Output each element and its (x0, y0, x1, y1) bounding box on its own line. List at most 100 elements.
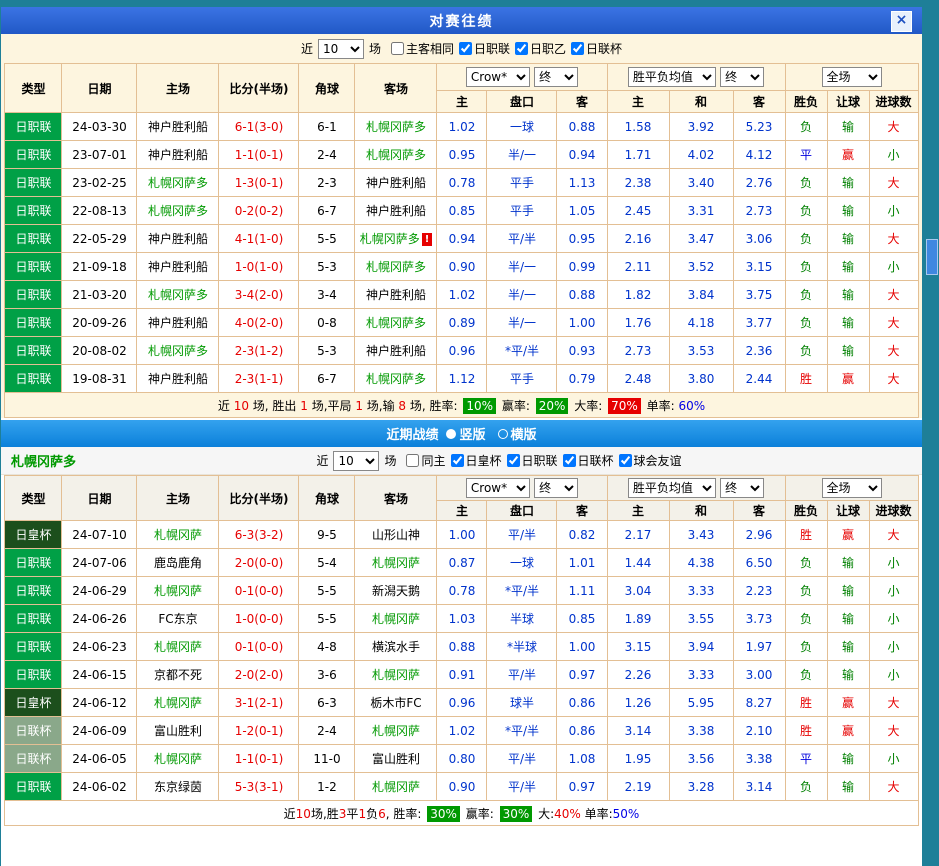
match-score: 1-0(0-0) (219, 605, 299, 633)
checkbox-input[interactable] (406, 454, 419, 467)
asia-time-select[interactable]: 终 (534, 67, 578, 87)
asia-time-select[interactable]: 终 (534, 478, 578, 498)
match-row: 日职联24-06-23札幌冈萨0-1(0-0)4-8横滨水手0.88*半球1.0… (5, 633, 918, 661)
filter-checkbox-日职联[interactable]: 日职联 (459, 40, 510, 57)
match-score: 2-0(2-0) (219, 661, 299, 689)
handicap-result-flag: 输 (827, 773, 869, 801)
checkbox-input[interactable] (451, 454, 464, 467)
match-row: 日职联20-08-02札幌冈萨多2-3(1-2)5-3神户胜利船0.96*平/半… (5, 337, 918, 365)
col-result: 胜负 (785, 91, 827, 113)
filter-checkbox-日职乙[interactable]: 日职乙 (515, 40, 566, 57)
handicap-result-flag: 赢 (827, 689, 869, 717)
recent-games-select[interactable]: 10 (333, 451, 379, 471)
checkbox-input[interactable] (515, 42, 528, 55)
checkbox-input[interactable] (563, 454, 576, 467)
summary-segment: 60% (678, 399, 705, 413)
full-match-select[interactable]: 全场 (822, 67, 882, 87)
summary-segment: 赢率: (498, 399, 534, 413)
bookmaker-select[interactable]: Crow* (466, 67, 530, 87)
filter-checkbox-主客相同[interactable]: 主客相同 (391, 40, 454, 57)
checkbox-input[interactable] (391, 42, 404, 55)
result-flag: 负 (785, 197, 827, 225)
recent-section: 近期战绩 竖版横版 札幌冈萨多 近 10 场 同主日皇杯日职联日联杯球会友谊 类… (1, 420, 922, 866)
checkbox-input[interactable] (571, 42, 584, 55)
league-badge: 日联杯 (5, 745, 62, 773)
scrollbar-thumb[interactable] (926, 239, 938, 275)
asia-handicap: 半/一 (487, 309, 557, 337)
asia-handicap: 平手 (487, 169, 557, 197)
h2h-summary-cell: 近 10 场, 胜出 1 场,平局 1 场,输 8 场, 胜率: 10% 赢率:… (5, 393, 918, 418)
match-date: 24-06-15 (62, 661, 137, 689)
match-score: 2-0(0-0) (219, 549, 299, 577)
view-radio-横版[interactable]: 横版 (498, 424, 537, 443)
league-badge: 日职联 (5, 633, 62, 661)
checkbox-input[interactable] (459, 42, 472, 55)
summary-segment: 场,平局 (308, 399, 355, 413)
summary-segment: 10 (296, 807, 311, 821)
goals-flag: 小 (869, 633, 918, 661)
goals-flag: 大 (869, 113, 918, 141)
radio-label: 竖版 (459, 424, 485, 443)
asia-away-odds: 0.88 (557, 113, 607, 141)
h2h-games-select[interactable]: 10 (318, 39, 364, 59)
asia-home-odds: 0.78 (437, 577, 487, 605)
filter-checkbox-日职联[interactable]: 日职联 (507, 452, 558, 469)
checkbox-input[interactable] (619, 454, 632, 467)
match-row: 日联杯24-06-05札幌冈萨1-1(0-1)11-0富山胜利0.80平/半1.… (5, 745, 918, 773)
scope-controls: 全场 (785, 476, 918, 501)
euro-avg-select[interactable]: 胜平负均值 (628, 67, 716, 87)
euro-odds-controls: 胜平负均值 终 (607, 64, 785, 91)
goals-flag: 大 (869, 717, 918, 745)
handicap-result-flag: 赢 (827, 521, 869, 549)
euro-draw-odds: 4.02 (669, 141, 733, 169)
match-date: 24-06-05 (62, 745, 137, 773)
corner-count: 11-0 (299, 745, 355, 773)
checkbox-input[interactable] (507, 454, 520, 467)
league-badge: 日职联 (5, 577, 62, 605)
match-date: 24-06-23 (62, 633, 137, 661)
handicap-result-flag: 输 (827, 309, 869, 337)
euro-draw-odds: 3.33 (669, 577, 733, 605)
euro-time-select[interactable]: 终 (720, 478, 764, 498)
checkbox-label: 主客相同 (406, 40, 454, 57)
match-score: 6-3(3-2) (219, 521, 299, 549)
away-team: 札幌冈萨多 (355, 365, 437, 393)
bookmaker-select[interactable]: Crow* (466, 478, 530, 498)
result-flag: 胜 (785, 689, 827, 717)
league-badge: 日职联 (5, 337, 62, 365)
col-goals: 进球数 (869, 501, 918, 521)
close-button[interactable]: × (891, 11, 912, 32)
asia-home-odds: 0.96 (437, 689, 487, 717)
away-team: 札幌冈萨多! (355, 225, 437, 253)
goals-flag: 小 (869, 605, 918, 633)
euro-draw-odds: 3.31 (669, 197, 733, 225)
summary-segment: 1 (358, 807, 366, 821)
euro-time-select[interactable]: 终 (720, 67, 764, 87)
league-badge: 日职联 (5, 253, 62, 281)
filter-checkbox-日联杯[interactable]: 日联杯 (563, 452, 614, 469)
handicap-result-flag: 输 (827, 633, 869, 661)
filter-checkbox-日联杯[interactable]: 日联杯 (571, 40, 622, 57)
away-team: 横滨水手 (355, 633, 437, 661)
summary-segment: 单率: (581, 807, 613, 821)
full-match-select[interactable]: 全场 (822, 478, 882, 498)
away-team: 札幌冈萨 (355, 605, 437, 633)
result-flag: 平 (785, 745, 827, 773)
result-flag: 负 (785, 549, 827, 577)
match-date: 19-08-31 (62, 365, 137, 393)
view-radio-竖版[interactable]: 竖版 (446, 424, 485, 443)
summary-segment: 近 (284, 807, 296, 821)
match-row: 日职联24-03-30神户胜利船6-1(3-0)6-1札幌冈萨多1.02一球0.… (5, 113, 918, 141)
match-score: 4-0(2-0) (219, 309, 299, 337)
filter-checkbox-同主[interactable]: 同主 (406, 452, 445, 469)
euro-home-odds: 1.44 (607, 549, 669, 577)
home-team: 札幌冈萨 (137, 745, 219, 773)
filter-checkbox-日皇杯[interactable]: 日皇杯 (451, 452, 502, 469)
asia-away-odds: 0.82 (557, 521, 607, 549)
col-type: 类型 (5, 476, 62, 521)
layout-toggle: 竖版横版 (446, 424, 536, 443)
filter-checkbox-球会友谊[interactable]: 球会友谊 (619, 452, 682, 469)
euro-home-odds: 2.38 (607, 169, 669, 197)
euro-away-odds: 4.12 (733, 141, 785, 169)
euro-avg-select[interactable]: 胜平负均值 (628, 478, 716, 498)
